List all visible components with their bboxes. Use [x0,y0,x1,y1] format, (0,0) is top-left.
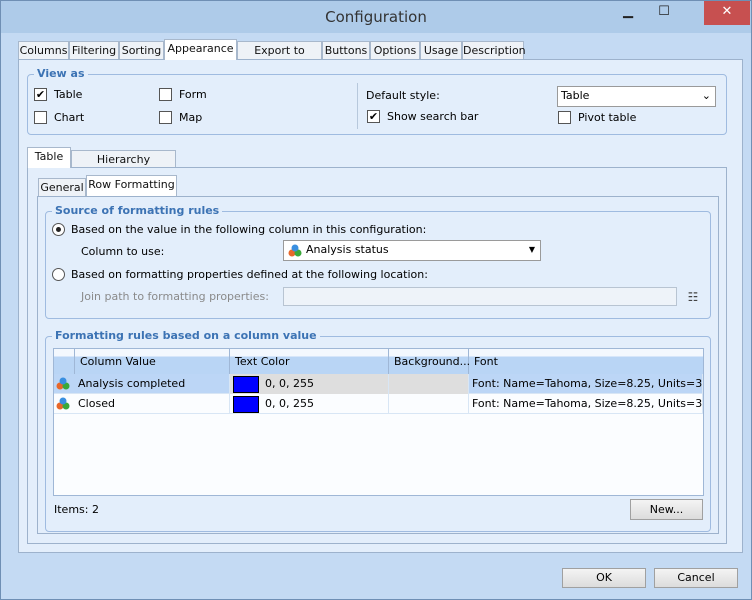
cell-text-color: 0, 0, 255 [230,394,389,414]
show-search-bar-label: Show search bar [387,110,479,123]
status-icon [56,377,70,391]
cell-background [389,394,469,414]
tab-options[interactable]: Options [370,41,420,60]
new-rule-button[interactable]: New... [630,499,703,520]
dropdown-arrow-icon: ▼ [528,245,535,254]
tab-export-to-excel[interactable]: Export to Excel [237,41,322,74]
color-swatch [233,395,259,413]
option2-label: Based on formatting properties defined a… [71,268,428,281]
tab-filtering[interactable]: Filtering [69,41,119,60]
tab-usage[interactable]: Usage [420,41,462,60]
map-label: Map [179,111,203,124]
tab-table[interactable]: Table [27,147,71,168]
table-checkbox[interactable]: ✔ [34,88,47,101]
configuration-window: Configuration ▁ ☐ ✕ Columns Filtering So… [0,0,752,600]
default-style-select[interactable]: Table ⌄ [557,86,716,107]
status-icon [288,244,302,258]
location-radio[interactable] [52,268,65,281]
form-checkbox[interactable] [159,88,172,101]
map-checkbox[interactable] [159,111,172,124]
pivot-table-label: Pivot table [578,111,637,124]
source-label: Source of formatting rules [52,204,223,217]
column-to-use-value: Analysis status [306,243,389,256]
tab-buttons[interactable]: Buttons [322,41,370,60]
chart-checkbox[interactable] [34,111,47,124]
cell-column-value: Closed [75,394,230,414]
tree-browse-icon[interactable]: ☷ [682,287,704,307]
pivot-table-checkbox[interactable] [558,111,571,124]
show-search-bar-checkbox[interactable]: ✔ [367,110,380,123]
table-label: Table [54,88,83,101]
default-style-value: Table [561,89,590,102]
join-path-input[interactable] [283,287,677,306]
default-style-label: Default style: [366,89,440,102]
window-title: Configuration [325,8,427,26]
header-font[interactable]: Font [469,349,703,374]
tab-general[interactable]: General [38,178,86,197]
cell-column-value: Analysis completed [75,374,230,394]
cell-text-color: 0, 0, 255 [230,374,389,394]
column-value-radio[interactable] [52,223,65,236]
divider [357,83,358,129]
header-text-color[interactable]: Text Color [230,349,389,374]
close-button[interactable]: ✕ [704,1,750,25]
minimize-button[interactable]: ▁ [613,1,643,25]
rules-grid[interactable]: Column Value Text Color Background... Fo… [53,348,704,496]
items-count: Items: 2 [54,503,99,516]
column-to-use-label: Column to use: [81,245,165,258]
ok-button[interactable]: OK [562,568,646,588]
cell-background [389,374,469,394]
maximize-button[interactable]: ☐ [649,1,679,25]
form-label: Form [179,88,207,101]
text-color-value: 0, 0, 255 [265,377,314,390]
rules-label: Formatting rules based on a column value [52,329,320,342]
chevron-down-icon: ⌄ [701,89,711,102]
cell-font: Font: Name=Tahoma, Size=8.25, Units=3, .… [469,394,703,414]
join-path-label: Join path to formatting properties: [81,290,269,303]
view-as-label: View as [34,67,88,80]
chart-label: Chart [54,111,85,124]
header-icon-column [54,349,75,374]
header-background[interactable]: Background... [389,349,470,374]
text-color-value: 0, 0, 255 [265,397,314,410]
tab-row-formatting[interactable]: Row Formatting [86,175,177,196]
column-to-use-select[interactable]: Analysis status ▼ [283,240,541,261]
tab-sorting[interactable]: Sorting [119,41,164,60]
color-swatch [233,375,259,393]
tab-description[interactable]: Description [462,41,526,60]
cancel-button[interactable]: Cancel [654,568,738,588]
tab-appearance[interactable]: Appearance [164,39,237,60]
table-row[interactable]: Analysis completed 0, 0, 255 Font: Name=… [54,374,703,394]
cell-font: Font: Name=Tahoma, Size=8.25, Units=3, .… [469,374,703,394]
option1-label: Based on the value in the following colu… [71,223,427,236]
table-row[interactable]: Closed 0, 0, 255 Font: Name=Tahoma, Size… [54,394,703,414]
status-icon [56,397,70,411]
tab-columns[interactable]: Columns [18,41,69,60]
header-column-value[interactable]: Column Value [75,349,230,374]
